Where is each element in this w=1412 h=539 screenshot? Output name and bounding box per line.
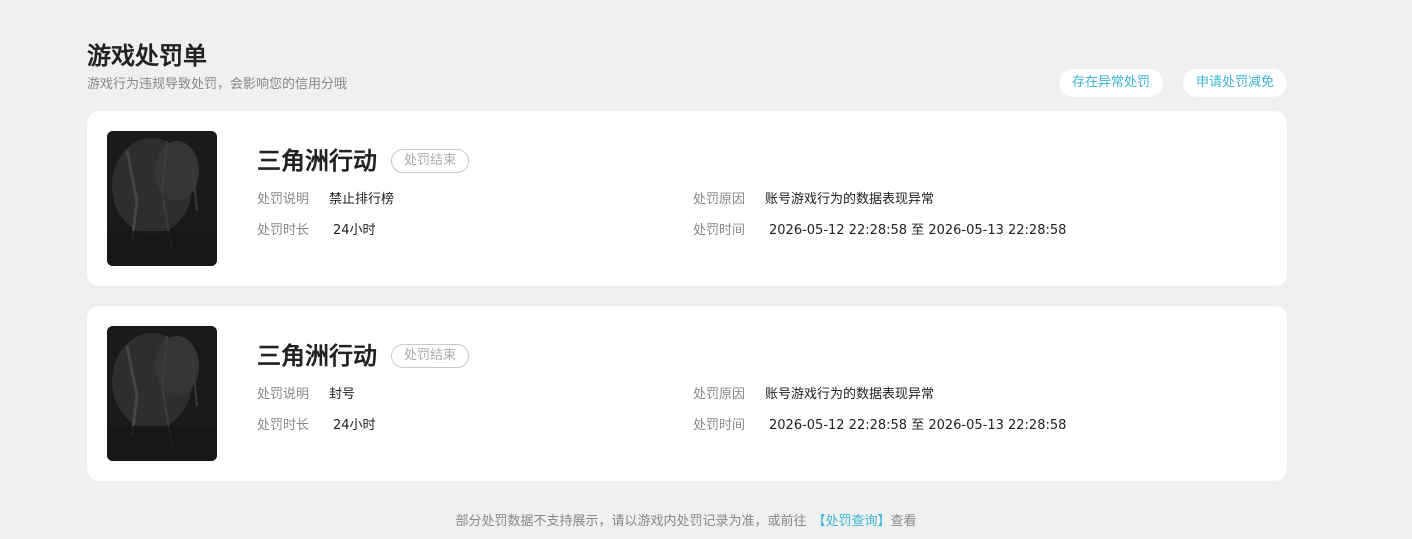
card-header: 三角洲行动 处罚结束	[257, 338, 470, 374]
penalty-time-label: 处罚时间	[693, 418, 746, 433]
header-actions: 存在异常处罚 申请处罚减免	[1058, 69, 1287, 97]
penalty-card: 三角洲行动 处罚结束 处罚说明 禁止排行榜 处罚时长 24小时 处罚原因 账号游戏行为…	[87, 111, 1287, 286]
penalty-description-label: 处罚说明	[257, 387, 310, 402]
penalty-duration-value: 24小时	[333, 418, 376, 433]
penalty-time: 处罚时间 2026-05-12 22:28:58 至 2026-05-13 22:…	[693, 222, 1066, 240]
apply-penalty-reduction-button[interactable]: 申请处罚减免	[1182, 69, 1287, 97]
penalty-duration: 处罚时长 24小时	[257, 222, 376, 240]
penalty-duration: 处罚时长 24小时	[257, 417, 376, 435]
game-name: 三角洲行动	[257, 147, 377, 175]
penalty-reason-label: 处罚原因	[693, 192, 746, 207]
penalty-duration-label: 处罚时长	[257, 223, 310, 238]
penalty-time-value: 2026-05-12 22:28:58 至 2026-05-13 22:28:5…	[769, 223, 1067, 238]
penalty-card: 三角洲行动 处罚结束 处罚说明 封号 处罚时长 24小时 处罚原因 账号游戏行为的数据…	[87, 306, 1287, 481]
footer-note: 部分处罚数据不支持展示，请以游戏内处罚记录为准，或前往 【处罚查询】查看	[0, 513, 1372, 531]
penalty-time-label: 处罚时间	[693, 223, 746, 238]
footer-text: 部分处罚数据不支持展示，请以游戏内处罚记录为准，或前往	[455, 514, 807, 529]
game-cover-image	[107, 326, 217, 461]
penalty-description-value: 禁止排行榜	[329, 192, 395, 207]
report-abnormal-penalty-button[interactable]: 存在异常处罚	[1058, 69, 1163, 97]
status-badge: 处罚结束	[391, 149, 470, 173]
penalty-reason: 处罚原因 账号游戏行为的数据表现异常	[693, 386, 934, 404]
penalty-time-value: 2026-05-12 22:28:58 至 2026-05-13 22:28:5…	[769, 418, 1067, 433]
game-cover-image	[107, 131, 217, 266]
page-subtitle: 游戏行为违规导致处罚，会影响您的信用分哦	[87, 77, 348, 92]
status-badge: 处罚结束	[391, 344, 470, 368]
penalty-reason-value: 账号游戏行为的数据表现异常	[765, 192, 935, 207]
penalty-description-label: 处罚说明	[257, 192, 310, 207]
penalty-duration-value: 24小时	[333, 223, 376, 238]
penalty-query-link[interactable]: 【处罚查询】	[812, 514, 890, 529]
card-header: 三角洲行动 处罚结束	[257, 143, 470, 179]
penalty-description: 处罚说明 禁止排行榜	[257, 191, 394, 209]
penalty-duration-label: 处罚时长	[257, 418, 310, 433]
penalty-reason: 处罚原因 账号游戏行为的数据表现异常	[693, 191, 934, 209]
penalty-record-list: 三角洲行动 处罚结束 处罚说明 禁止排行榜 处罚时长 24小时 处罚原因 账号游戏行为…	[87, 111, 1287, 501]
game-name: 三角洲行动	[257, 342, 377, 370]
penalty-description: 处罚说明 封号	[257, 386, 355, 404]
penalty-description-value: 封号	[329, 387, 356, 402]
footer-suffix: 查看	[890, 514, 917, 529]
page-title: 游戏处罚单	[87, 42, 207, 70]
penalty-time: 处罚时间 2026-05-12 22:28:58 至 2026-05-13 22:…	[693, 417, 1066, 435]
penalty-reason-label: 处罚原因	[693, 387, 746, 402]
penalty-reason-value: 账号游戏行为的数据表现异常	[765, 387, 935, 402]
